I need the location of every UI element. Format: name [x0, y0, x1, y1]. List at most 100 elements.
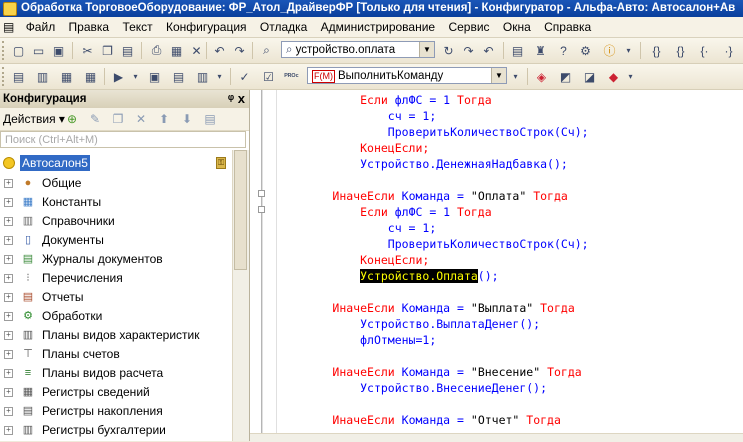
add-icon[interactable]: ⊕: [64, 111, 80, 127]
menu-service[interactable]: Сервис: [443, 17, 494, 37]
tree-item[interactable]: + ▤ Журналы документов: [0, 250, 232, 269]
sort-icon[interactable]: ▤: [202, 111, 218, 127]
menu-text[interactable]: Текст: [117, 17, 157, 37]
tree-search-input[interactable]: Поиск (Ctrl+Alt+M): [0, 131, 246, 148]
print-icon[interactable]: ⎙: [148, 42, 165, 59]
expand-icon[interactable]: +: [4, 255, 13, 264]
new-document-icon[interactable]: ▢: [10, 42, 27, 59]
code-line[interactable]: Устройство.ВнесениеДенег();: [277, 380, 547, 396]
tree-item[interactable]: + ▤ Регистры накопления: [0, 402, 232, 421]
expand-icon[interactable]: +: [4, 217, 13, 226]
menu-icon[interactable]: ▤: [0, 17, 17, 37]
syntax-assistant-icon[interactable]: ▤: [509, 42, 526, 59]
expand-icon[interactable]: +: [4, 312, 13, 321]
compare-icon[interactable]: ▦: [58, 68, 75, 85]
tree-root[interactable]: Автосалон5 ⚿: [0, 154, 232, 172]
prev-bookmark-icon[interactable]: ◪: [581, 68, 598, 85]
fold-marker[interactable]: [258, 206, 265, 213]
code-line[interactable]: Если флФС = 1 Тогда: [277, 92, 492, 108]
table-icon[interactable]: ▦: [82, 68, 99, 85]
breakpoints-icon[interactable]: ▥: [194, 68, 211, 85]
run-debug-icon[interactable]: ▶: [110, 68, 127, 85]
menu-debug[interactable]: Отладка: [255, 17, 312, 37]
clear-bookmarks-icon[interactable]: ◆: [605, 68, 622, 85]
expand-icon[interactable]: +: [4, 293, 13, 302]
actions-menu-button[interactable]: Действия ▾: [3, 111, 65, 127]
block-expand-icon[interactable]: {}: [672, 42, 689, 59]
code-line[interactable]: Устройство.ВыплатаДенег();: [277, 316, 540, 332]
expand-icon[interactable]: +: [4, 236, 13, 245]
find-prev-icon[interactable]: ↶: [480, 42, 497, 59]
tree-item[interactable]: + ≡ Планы видов расчета: [0, 364, 232, 383]
code-line[interactable]: сч = 1;: [277, 220, 436, 236]
tree-item[interactable]: + ▯ Документы: [0, 231, 232, 250]
code-line[interactable]: флОтмены=1;: [277, 332, 436, 348]
combo-extra-dropdown-icon[interactable]: ▾: [507, 68, 524, 85]
replace-icon[interactable]: ↻: [440, 42, 457, 59]
tree-item[interactable]: + ⊤ Планы счетов: [0, 345, 232, 364]
expand-icon[interactable]: +: [4, 198, 13, 207]
config-db-icon[interactable]: ▥: [34, 68, 51, 85]
tree-item[interactable]: + ▥ Регистры бухгалтерии: [0, 421, 232, 440]
code-line[interactable]: ИначеЕсли Команда = "Выплата" Тогда: [277, 300, 574, 316]
expand-icon[interactable]: +: [4, 179, 13, 188]
print-preview-icon[interactable]: ▦: [168, 42, 185, 59]
tree-item[interactable]: + ⁝ Перечисления: [0, 269, 232, 288]
code-line[interactable]: ПроверитьКоличествоСтрок(Сч);: [277, 236, 589, 252]
chevron-down-icon[interactable]: ▼: [491, 68, 506, 83]
move-up-icon[interactable]: ⬆: [156, 111, 172, 127]
expand-icon[interactable]: +: [4, 331, 13, 340]
bookmark-icon[interactable]: ◈: [533, 68, 550, 85]
redo-icon[interactable]: ↷: [231, 42, 248, 59]
tree-item[interactable]: + ▥ Планы видов характеристик: [0, 326, 232, 345]
window-icon[interactable]: ▣: [146, 68, 163, 85]
tree-item[interactable]: + ▥ Справочники: [0, 212, 232, 231]
tree-item[interactable]: + ● Общие: [0, 174, 232, 193]
menu-help[interactable]: Справка: [539, 17, 596, 37]
expand-icon[interactable]: +: [4, 388, 13, 397]
find-next-icon[interactable]: ↷: [460, 42, 477, 59]
tree-item[interactable]: + ▦ Регистры сведений: [0, 383, 232, 402]
save-icon[interactable]: ▣: [50, 42, 67, 59]
expand-icon[interactable]: +: [4, 407, 13, 416]
code-line[interactable]: Если флФС = 1 Тогда: [277, 204, 492, 220]
code-line[interactable]: КонецЕсли;: [277, 252, 429, 268]
indent-icon[interactable]: {·: [696, 42, 713, 59]
bookmark-dropdown-icon[interactable]: ▾: [622, 68, 639, 85]
more-dropdown-icon[interactable]: ▾: [211, 68, 228, 85]
code-line[interactable]: ПроверитьКоличествоСтрок(Сч);: [277, 124, 589, 140]
tree-item[interactable]: + ⚙ Обработки: [0, 307, 232, 326]
config-window-icon[interactable]: ▤: [10, 68, 27, 85]
copy-icon[interactable]: ❐: [99, 42, 116, 59]
code-line[interactable]: ИначеЕсли Команда = "Оплата" Тогда: [277, 188, 567, 204]
menu-windows[interactable]: Окна: [498, 17, 536, 37]
expand-icon[interactable]: +: [4, 350, 13, 359]
expand-icon[interactable]: +: [4, 369, 13, 378]
menu-administration[interactable]: Администрирование: [316, 17, 440, 37]
delete-icon[interactable]: ✕: [188, 42, 205, 59]
code-line[interactable]: сч = 1;: [277, 108, 436, 124]
tools-icon[interactable]: ⚙: [577, 42, 594, 59]
block-collapse-icon[interactable]: {}: [648, 42, 665, 59]
hat-icon[interactable]: ♜: [532, 42, 549, 59]
find-icon[interactable]: ⌕: [258, 42, 275, 59]
expand-icon[interactable]: +: [4, 274, 13, 283]
check-icon[interactable]: ✓: [236, 68, 253, 85]
outdent-icon[interactable]: ·}: [720, 42, 737, 59]
open-folder-icon[interactable]: ▭: [30, 42, 47, 59]
help-search-icon[interactable]: ?: [555, 42, 572, 59]
code-line[interactable]: ИначеЕсли Команда = "Отчет" Тогда: [277, 412, 561, 428]
move-down-icon[interactable]: ⬇: [179, 111, 195, 127]
code-line[interactable]: КонецЕсли;: [277, 140, 429, 156]
code-editor[interactable]: Если флФС = 1 Тогда сч = 1; ПроверитьКол…: [250, 90, 743, 442]
expand-icon[interactable]: +: [4, 426, 13, 435]
menu-configuration[interactable]: Конфигурация: [161, 17, 252, 37]
scrollbar-thumb[interactable]: [234, 150, 247, 270]
checkbox-icon[interactable]: ☑: [260, 68, 277, 85]
undo-icon[interactable]: ↶: [211, 42, 228, 59]
tree-item[interactable]: + ▤ Отчеты: [0, 288, 232, 307]
panel-pin-close-buttons[interactable]: ᵠ x: [228, 90, 245, 108]
code-line[interactable]: Устройство.ДенежнаяНадбавка();: [277, 156, 568, 172]
code-area[interactable]: Если флФС = 1 Тогда сч = 1; ПроверитьКол…: [277, 90, 743, 433]
run-dropdown-icon[interactable]: ▾: [127, 68, 144, 85]
